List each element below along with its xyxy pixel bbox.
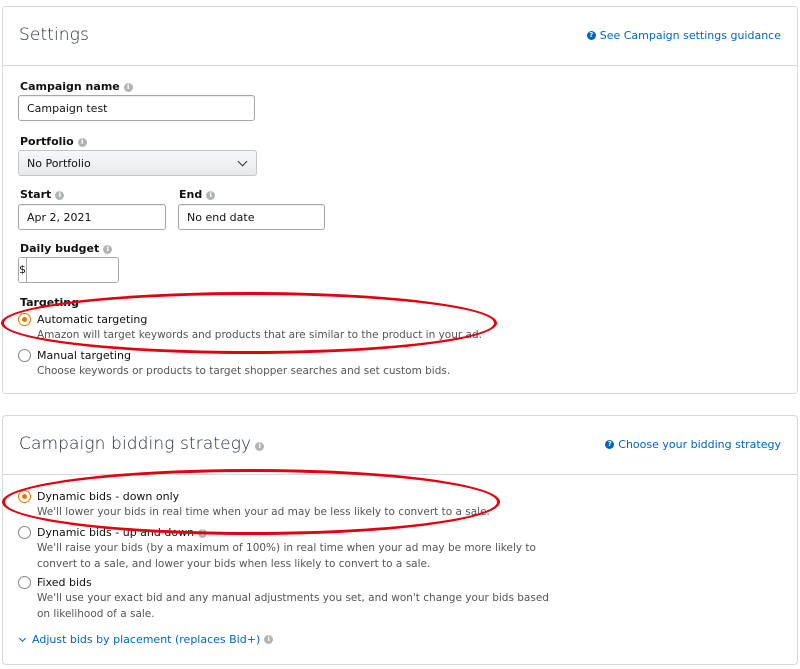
bidding-guidance-link[interactable]: ? Choose your bidding strategy	[605, 438, 781, 451]
info-icon[interactable]: i	[264, 635, 274, 644]
radio-description-line2: on likelihood of a sale.	[37, 608, 155, 620]
bidding-header: Campaign bidding strategy i ? Choose your…	[3, 416, 797, 475]
info-icon[interactable]: i	[103, 245, 113, 254]
start-label: Start i	[20, 188, 65, 201]
bidding-guidance-label: Choose your bidding strategy	[618, 438, 781, 451]
info-icon[interactable]: i	[123, 83, 133, 92]
daily-budget-label: Daily budget i	[20, 242, 113, 255]
campaign-name-label: Campaign name i	[20, 80, 133, 93]
end-label-text: End	[179, 188, 203, 201]
info-icon[interactable]: i	[55, 191, 65, 200]
radio-description: Amazon will target keywords and products…	[37, 329, 482, 341]
info-icon[interactable]: i	[206, 191, 216, 200]
bidding-title-text: Campaign bidding strategy	[19, 434, 252, 454]
campaign-name-input[interactable]	[18, 95, 255, 121]
campaign-name-label-text: Campaign name	[20, 80, 120, 93]
radio-description: Choose keywords or products to target sh…	[37, 365, 451, 377]
radio-description-line1: We'll use your exact bid and any manual …	[37, 592, 549, 604]
info-icon[interactable]: i	[77, 138, 87, 147]
radio-button[interactable]	[18, 349, 31, 362]
daily-budget-field: $	[18, 257, 119, 283]
settings-title: Settings	[19, 25, 89, 45]
portfolio-label-text: Portfolio	[20, 135, 74, 148]
daily-budget-label-text: Daily budget	[20, 242, 100, 255]
settings-header: Settings ? See Campaign settings guidanc…	[3, 7, 797, 66]
portfolio-label: Portfolio i	[20, 135, 87, 148]
radio-dynamic-down-only[interactable]: Dynamic bids - down only We'll lower you…	[18, 489, 490, 520]
info-icon[interactable]: i	[255, 442, 265, 451]
radio-button[interactable]	[18, 313, 31, 326]
chevron-down-icon	[18, 634, 27, 642]
settings-guidance-link[interactable]: ? See Campaign settings guidance	[586, 29, 781, 42]
targeting-label: Targeting	[20, 296, 80, 309]
portfolio-value: No Portfolio	[27, 156, 91, 170]
radio-label: Automatic targeting	[37, 313, 148, 326]
radio-label: Manual targeting	[37, 349, 131, 362]
start-date-input[interactable]	[18, 204, 166, 230]
currency-prefix: $	[19, 258, 27, 282]
radio-fixed-bids[interactable]: Fixed bids We'll use your exact bid and …	[18, 575, 549, 622]
radio-description: We'll lower your bids in real time when …	[37, 506, 490, 518]
settings-guidance-label: See Campaign settings guidance	[599, 29, 781, 42]
radio-button[interactable]	[18, 576, 31, 589]
end-label: End i	[179, 188, 216, 201]
bidding-title: Campaign bidding strategy i	[19, 434, 265, 454]
radio-label: Dynamic bids - down only	[37, 490, 180, 503]
end-date-input[interactable]	[178, 204, 325, 230]
radio-label: Dynamic bids - up and down i	[37, 525, 536, 540]
radio-button[interactable]	[18, 526, 31, 539]
start-label-text: Start	[20, 188, 52, 201]
chevron-down-icon	[237, 156, 248, 166]
radio-label: Fixed bids	[37, 576, 92, 589]
radio-description-line1: We'll raise your bids (by a maximum of 1…	[37, 542, 536, 554]
daily-budget-input[interactable]	[27, 258, 118, 282]
radio-label-text: Dynamic bids - up and down	[37, 526, 195, 539]
adjust-bids-placement-link[interactable]: Adjust bids by placement (replaces Bid+)…	[18, 633, 274, 646]
radio-manual-targeting[interactable]: Manual targeting Choose keywords or prod…	[18, 348, 450, 379]
info-icon[interactable]: i	[198, 529, 208, 538]
adjust-bids-label: Adjust bids by placement (replaces Bid+)	[32, 633, 261, 646]
radio-dynamic-up-down[interactable]: Dynamic bids - up and down i We'll raise …	[18, 525, 536, 572]
radio-automatic-targeting[interactable]: Automatic targeting Amazon will target k…	[18, 312, 482, 343]
radio-description-line2: convert to a sale, and lower your bids w…	[37, 558, 431, 570]
help-icon: ?	[586, 31, 596, 40]
help-icon: ?	[605, 440, 615, 449]
portfolio-select[interactable]: No Portfolio	[18, 150, 257, 176]
radio-button[interactable]	[18, 490, 31, 503]
